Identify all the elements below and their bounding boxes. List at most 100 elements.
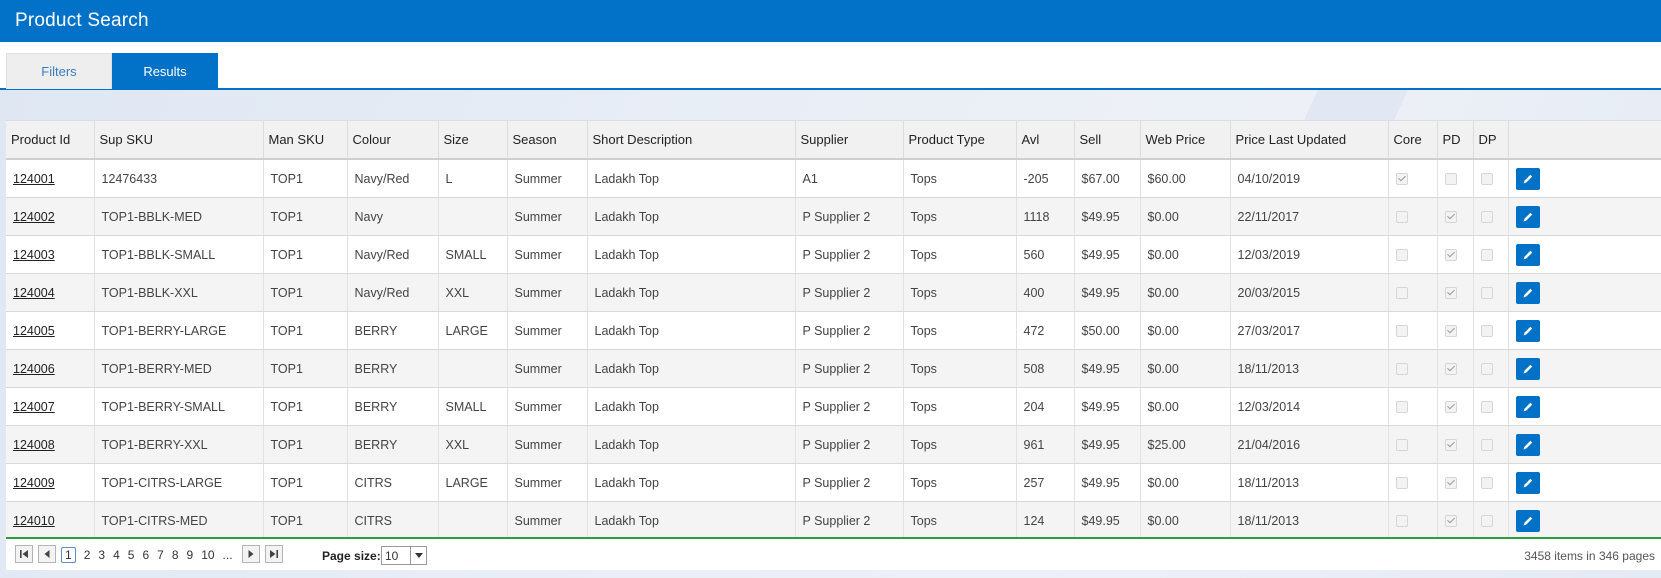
edit-button[interactable] — [1515, 167, 1540, 190]
pd-checkbox[interactable] — [1444, 249, 1457, 262]
column-header-size[interactable]: Size — [438, 120, 508, 160]
column-header-product-type[interactable]: Product Type — [903, 120, 1017, 160]
table-row[interactable]: 124002 TOP1-BBLK-MED TOP1 Navy Summer Ladakh … — [6, 197, 1661, 236]
core-checkbox[interactable] — [1395, 249, 1408, 262]
column-header-sup-sku[interactable]: Sup SKU — [94, 120, 264, 160]
page-number-link[interactable]: 8 — [172, 548, 179, 562]
edit-button[interactable] — [1515, 205, 1540, 228]
product-id-link[interactable]: 124002 — [13, 210, 55, 224]
page-more-link[interactable]: ... — [223, 548, 233, 562]
next-page-button[interactable] — [242, 545, 260, 563]
column-header-web-price[interactable]: Web Price — [1140, 120, 1231, 160]
edit-button[interactable] — [1515, 357, 1540, 380]
season-cell: Summer — [507, 311, 588, 350]
page-number-link[interactable]: 9 — [187, 548, 194, 562]
dp-checkbox[interactable] — [1480, 287, 1493, 300]
column-header-man-sku[interactable]: Man SKU — [263, 120, 348, 160]
core-checkbox[interactable] — [1395, 173, 1408, 186]
results-grid: Product Id Sup SKU Man SKU Colour Size Season… — [6, 120, 1661, 540]
product-id-link[interactable]: 124003 — [13, 248, 55, 262]
dp-checkbox[interactable] — [1480, 325, 1493, 338]
dp-checkbox[interactable] — [1480, 477, 1493, 490]
product-id-link[interactable]: 124001 — [13, 172, 55, 186]
page-number-link[interactable]: 3 — [98, 548, 105, 562]
page-size-dropdown-button[interactable] — [410, 547, 426, 564]
page-size-select[interactable]: 10 — [381, 546, 427, 565]
table-row[interactable]: 124007 TOP1-BERRY-SMALL TOP1 BERRY SMALL Summ… — [6, 387, 1661, 426]
core-checkbox[interactable] — [1395, 287, 1408, 300]
edit-button[interactable] — [1515, 509, 1540, 532]
first-page-button[interactable] — [15, 545, 33, 563]
page-number-link[interactable]: 2 — [84, 548, 91, 562]
dp-checkbox[interactable] — [1480, 211, 1493, 224]
page-number-link[interactable]: 4 — [113, 548, 120, 562]
edit-button[interactable] — [1515, 433, 1540, 456]
pd-checkbox[interactable] — [1444, 287, 1457, 300]
column-header-price-last-updated[interactable]: Price Last Updated — [1230, 120, 1389, 160]
pd-checkbox[interactable] — [1444, 439, 1457, 452]
page-number-link[interactable]: 1 — [61, 547, 76, 563]
column-header-colour[interactable]: Colour — [347, 120, 439, 160]
column-header-supplier[interactable]: Supplier — [795, 120, 904, 160]
page-number-link[interactable]: 6 — [142, 548, 149, 562]
pd-checkbox[interactable] — [1444, 477, 1457, 490]
tab-filters[interactable]: Filters — [6, 53, 112, 89]
core-checkbox[interactable] — [1395, 477, 1408, 490]
table-row[interactable]: 124006 TOP1-BERRY-MED TOP1 BERRY Summer Ladak… — [6, 349, 1661, 388]
dp-checkbox[interactable] — [1480, 173, 1493, 186]
pd-checkbox[interactable] — [1444, 515, 1457, 528]
edit-button[interactable] — [1515, 471, 1540, 494]
column-header-short-description[interactable]: Short Description — [587, 120, 796, 160]
core-checkbox[interactable] — [1395, 211, 1408, 224]
table-row[interactable]: 124001 12476433 TOP1 Navy/Red L Summer Ladakh … — [6, 159, 1661, 198]
avl-cell: 961 — [1016, 425, 1075, 464]
table-row[interactable]: 124008 TOP1-BERRY-XXL TOP1 BERRY XXL Summer La… — [6, 425, 1661, 464]
pd-checkbox[interactable] — [1444, 173, 1457, 186]
pd-checkbox[interactable] — [1444, 401, 1457, 414]
page-number-link[interactable]: 10 — [201, 548, 214, 562]
table-row[interactable]: 124003 TOP1-BBLK-SMALL TOP1 Navy/Red SMALL Su… — [6, 235, 1661, 274]
core-checkbox[interactable] — [1395, 363, 1408, 376]
core-checkbox[interactable] — [1395, 401, 1408, 414]
last-page-button[interactable] — [265, 545, 283, 563]
product-id-link[interactable]: 124005 — [13, 324, 55, 338]
column-header-pd[interactable]: PD — [1437, 120, 1474, 160]
pd-checkbox[interactable] — [1444, 211, 1457, 224]
product-id-link[interactable]: 124007 — [13, 400, 55, 414]
table-row[interactable]: 124005 TOP1-BERRY-LARGE TOP1 BERRY LARGE Summ… — [6, 311, 1661, 350]
column-header-core[interactable]: Core — [1388, 120, 1438, 160]
price-updated-cell: 27/03/2017 — [1230, 311, 1389, 350]
column-header-product-id[interactable]: Product Id — [6, 120, 95, 160]
product-id-link[interactable]: 124008 — [13, 438, 55, 452]
table-row[interactable]: 124009 TOP1-CITRS-LARGE TOP1 CITRS LARGE Summ… — [6, 463, 1661, 502]
dp-checkbox[interactable] — [1480, 439, 1493, 452]
pd-checkbox[interactable] — [1444, 363, 1457, 376]
edit-button[interactable] — [1515, 395, 1540, 418]
dp-checkbox[interactable] — [1480, 363, 1493, 376]
dp-checkbox[interactable] — [1480, 401, 1493, 414]
product-id-link[interactable]: 124006 — [13, 362, 55, 376]
edit-button[interactable] — [1515, 319, 1540, 342]
edit-button[interactable] — [1515, 281, 1540, 304]
pd-checkbox[interactable] — [1444, 325, 1457, 338]
table-row[interactable]: 124004 TOP1-BBLK-XXL TOP1 Navy/Red XXL Summer… — [6, 273, 1661, 312]
dp-checkbox[interactable] — [1480, 249, 1493, 262]
tab-results[interactable]: Results — [112, 53, 218, 89]
core-checkbox[interactable] — [1395, 515, 1408, 528]
dp-checkbox[interactable] — [1480, 515, 1493, 528]
column-header-sell[interactable]: Sell — [1074, 120, 1141, 160]
page-number-link[interactable]: 5 — [128, 548, 135, 562]
prev-page-button[interactable] — [38, 545, 56, 563]
column-header-season[interactable]: Season — [507, 120, 588, 160]
core-checkbox[interactable] — [1395, 439, 1408, 452]
page-number-link[interactable]: 7 — [157, 548, 164, 562]
column-header-dp[interactable]: DP — [1473, 120, 1509, 160]
table-row[interactable]: 124010 TOP1-CITRS-MED TOP1 CITRS Summer Ladak… — [6, 501, 1661, 540]
product-id-link[interactable]: 124009 — [13, 476, 55, 490]
product-id-link[interactable]: 124004 — [13, 286, 55, 300]
column-header-avl[interactable]: Avl — [1016, 120, 1075, 160]
edit-button[interactable] — [1515, 243, 1540, 266]
product-id-link[interactable]: 124010 — [13, 514, 55, 528]
core-checkbox[interactable] — [1395, 325, 1408, 338]
dp-cell — [1473, 235, 1509, 274]
